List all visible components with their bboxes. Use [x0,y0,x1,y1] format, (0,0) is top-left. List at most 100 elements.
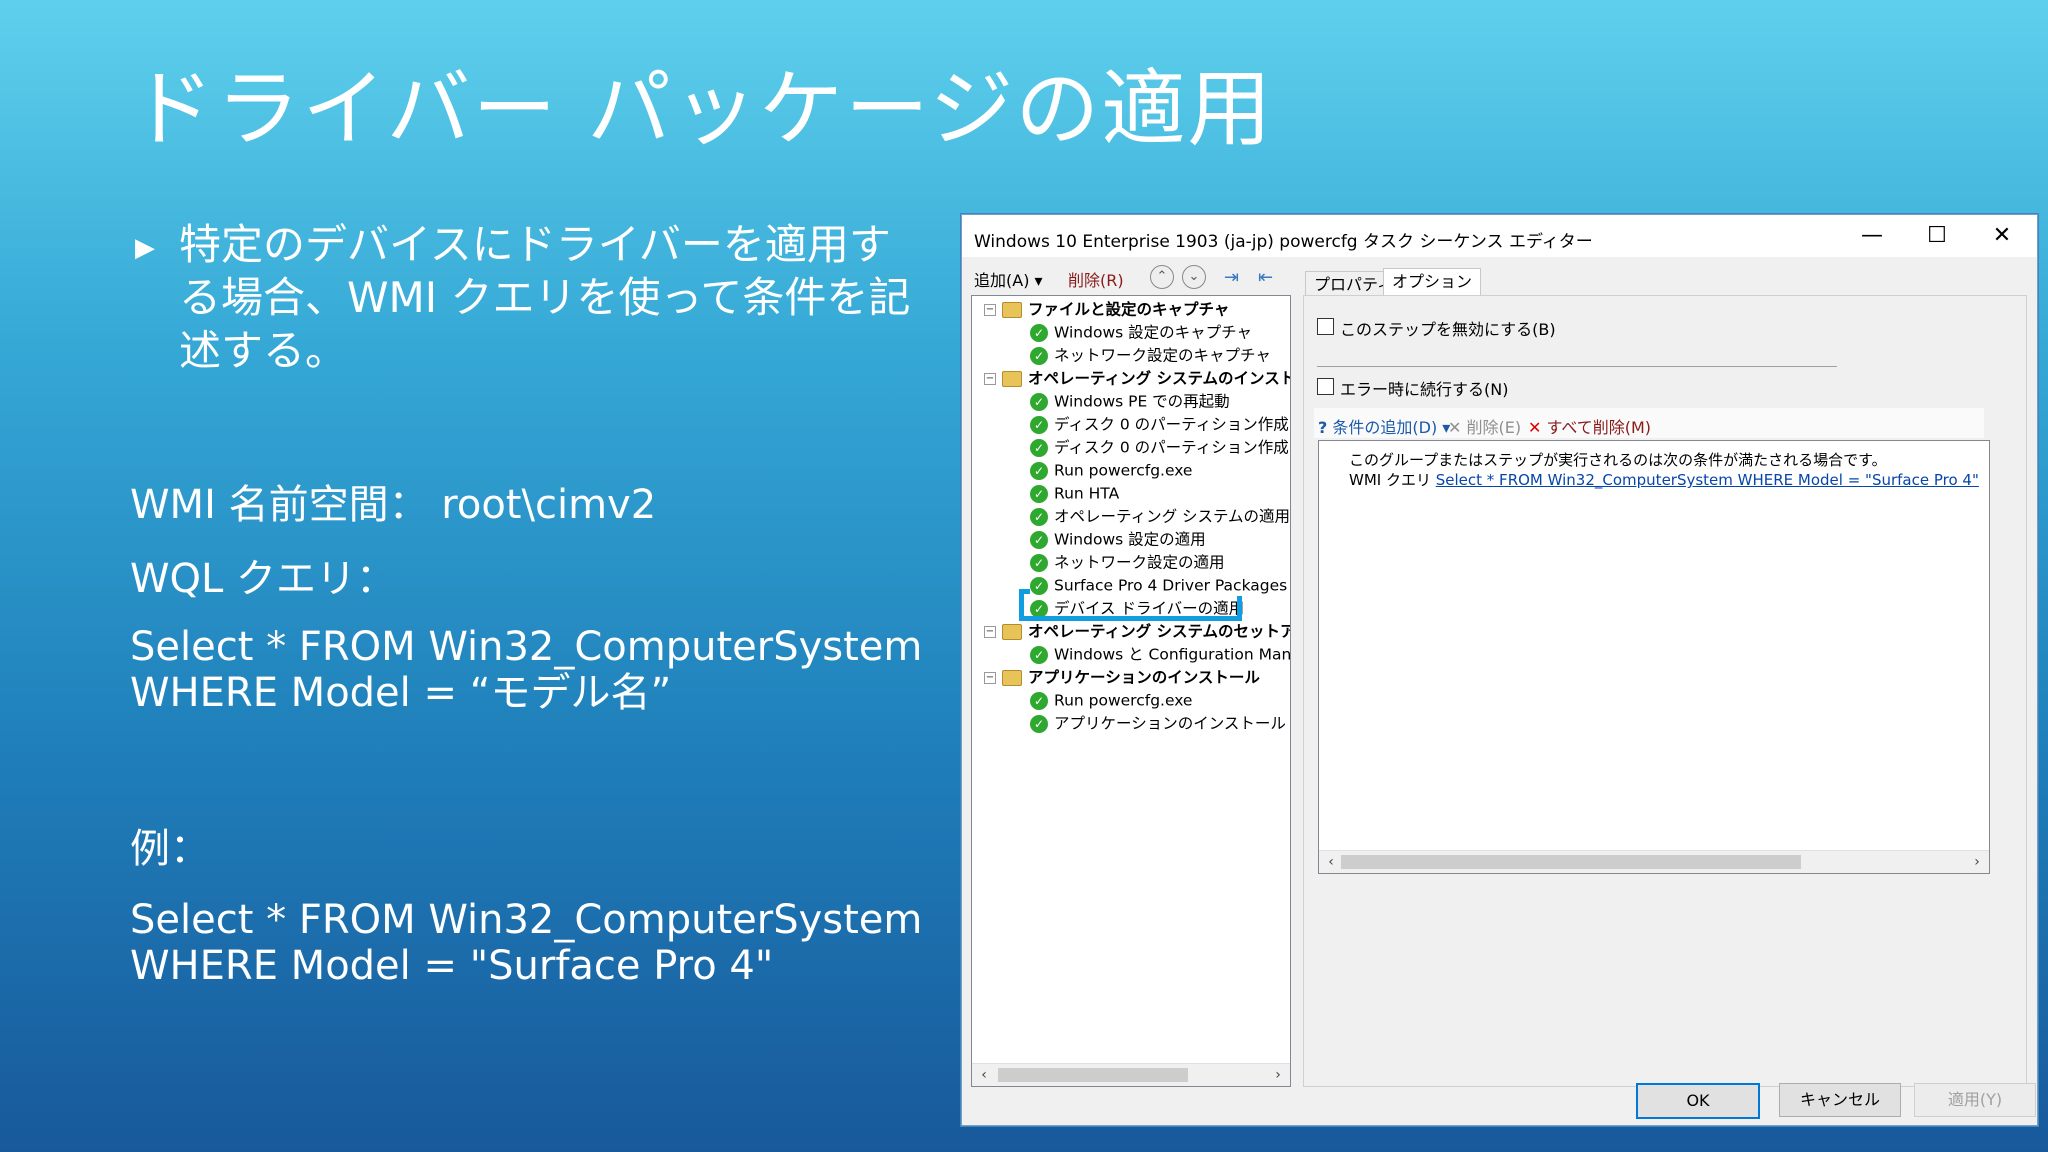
collapse-toggle[interactable]: − [984,626,996,638]
window-titlebar: Windows 10 Enterprise 1903 (ja-jp) power… [962,215,2037,257]
folder-icon [1002,370,1022,387]
example-label: 例： [130,826,210,872]
add-menu-label: 追加(A) [974,271,1030,290]
tree-step[interactable]: ✓ アプリケーションのインストール [1030,712,1286,734]
check-icon: ✓ [1030,392,1048,411]
disable-step-label: このステップを無効にする(B) [1340,320,1556,339]
folder-icon [1002,623,1022,640]
tree-step[interactable]: ✓ ネットワーク設定の適用 [1030,551,1225,573]
check-icon: ✓ [1030,323,1048,342]
delete-all-label: すべて削除(M) [1546,418,1652,437]
check-icon: ✓ [1030,576,1048,595]
continue-on-error-label: エラー時に続行する(N) [1340,380,1509,399]
window-title: Windows 10 Enterprise 1903 (ja-jp) power… [974,232,1593,252]
query-template: Select * FROM Win32_ComputerSystem WHERE… [130,624,922,716]
check-icon: ✓ [1030,461,1048,480]
bullet-point: ▶ 特定のデバイスにドライバーを適用する場合、WMI クエリを使って条件を記述す… [135,218,925,377]
wmi-prefix: WMI クエリ [1349,471,1431,489]
tree-step[interactable]: ✓ Run powercfg.exe [1030,459,1192,481]
tree-step[interactable]: ✓ ディスク 0 のパーティション作成 - [1030,436,1290,458]
move-down-icon[interactable]: ⌄ [1182,265,1206,289]
scroll-right-icon[interactable]: › [1967,851,1987,873]
collapse-toggle[interactable]: − [984,304,996,316]
check-icon: ✓ [1030,530,1048,549]
tree-folder[interactable]: ファイルと設定のキャプチャ [1002,298,1229,320]
scroll-thumb[interactable] [1341,855,1801,869]
delete-all-icon: ✕ [1528,418,1542,437]
minimize-button[interactable]: — [1842,219,1902,253]
scroll-thumb[interactable] [998,1068,1188,1082]
maximize-button[interactable]: ☐ [1907,219,1967,253]
folder-icon [1002,669,1022,686]
tab-options[interactable]: オプション [1383,268,1482,298]
tree-folder[interactable]: オペレーティング システムのセットア [1002,620,1290,642]
continue-on-error-checkbox[interactable] [1317,378,1334,395]
bullet-arrow-icon: ▶ [135,233,155,263]
expand-icon[interactable]: ⇥ [1224,267,1239,288]
query-template-line1: Select * FROM Win32_ComputerSystem [130,624,923,670]
move-up-icon[interactable]: ⌃ [1150,265,1174,289]
check-icon: ✓ [1030,553,1048,572]
condition-wmi-row[interactable]: WMI クエリ Select * FROM Win32_ComputerSyst… [1349,469,1979,490]
disable-step-checkbox[interactable] [1317,318,1334,335]
query-example-line1: Select * FROM Win32_ComputerSystem [130,897,923,943]
tree-step[interactable]: ✓ Windows と Configuration Mana [1030,643,1290,665]
condition-horizontal-scrollbar[interactable]: ‹ › [1319,850,1989,873]
delete-all-button[interactable]: ✕ すべて削除(M) [1528,414,1651,438]
collapse-toggle[interactable]: − [984,373,996,385]
check-icon: ✓ [1030,415,1048,434]
divider [1317,366,1837,367]
collapse-icon[interactable]: ⇤ [1258,267,1273,288]
condition-toolbar: ? 条件の追加(D) ▾ ✕ 削除(E) ✕ すべて削除(M) [1314,408,1984,438]
scroll-left-icon[interactable]: ‹ [1321,851,1341,873]
bullet-text: 特定のデバイスにドライバーを適用する場合、WMI クエリを使って条件を記述する。 [179,220,911,375]
add-condition-button[interactable]: ? 条件の追加(D) ▾ [1318,414,1450,438]
check-icon: ✓ [1030,645,1048,664]
close-button[interactable]: ✕ [1972,219,2032,253]
add-menu-button[interactable]: 追加(A) ▾ [974,267,1043,291]
condition-list[interactable]: このグループまたはステップが実行されるのは次の条件が満たされる場合です。 WMI… [1318,440,1990,874]
apply-button[interactable]: 適用(Y) [1914,1083,2036,1117]
tree-step[interactable]: ✓ オペレーティング システムの適用 [1030,505,1290,527]
tree-folder[interactable]: オペレーティング システムのインスト [1002,367,1290,389]
delete-condition-button[interactable]: ✕ 削除(E) [1448,414,1521,438]
toolbar: 追加(A) ▾ 削除(R) ⌃ ⌄ ⇥ ⇤ [968,263,1298,293]
tree-horizontal-scrollbar[interactable]: ‹ › [972,1063,1290,1086]
check-icon: ✓ [1030,438,1048,457]
delete-condition-label: 削除(E) [1466,418,1522,437]
check-icon: ✓ [1030,691,1048,710]
tree-step[interactable]: ✓ Windows PE での再起動 [1030,390,1230,412]
slide-title: ドライバー パッケージの適用 [130,60,1274,158]
check-icon: ✓ [1030,507,1048,526]
task-sequence-tree[interactable]: − ファイルと設定のキャプチャ ✓ Windows 設定のキャプチャ ✓ ネットワー… [971,295,1291,1087]
folder-icon [1002,301,1022,318]
help-icon: ? [1318,418,1328,437]
wmi-namespace-text: WMI 名前空間： root\cimv2 [130,482,657,528]
chevron-down-icon: ▾ [1034,271,1043,290]
tree-step[interactable]: ✓ ディスク 0 のパーティション作成 - [1030,413,1290,435]
wmi-query-link[interactable]: Select * FROM Win32_ComputerSystem WHERE… [1436,471,1979,489]
tree-step-selected[interactable]: ✓ Surface Pro 4 Driver Packages [1030,574,1288,596]
remove-button[interactable]: 削除(R) [1068,267,1124,291]
tree-folder[interactable]: アプリケーションのインストール [1002,666,1260,688]
ok-button[interactable]: OK [1636,1083,1760,1119]
wql-label: WQL クエリ： [130,556,397,602]
collapse-toggle[interactable]: − [984,672,996,684]
check-icon: ✓ [1030,484,1048,503]
tree-step[interactable]: ✓ ネットワーク設定のキャプチャ [1030,344,1271,366]
tree-step[interactable]: ✓ Run HTA [1030,482,1119,504]
tree-step[interactable]: ✓ Windows 設定の適用 [1030,528,1206,550]
query-example-line2: WHERE Model = "Surface Pro 4" [130,943,774,989]
cancel-button[interactable]: キャンセル [1779,1083,1901,1117]
tree-step[interactable]: ✓ Run powercfg.exe [1030,689,1192,711]
check-icon: ✓ [1030,346,1048,365]
scroll-right-icon[interactable]: › [1268,1064,1288,1086]
options-panel: このステップを無効にする(B) エラー時に続行する(N) ? 条件の追加(D) … [1303,295,2027,1087]
condition-header: このグループまたはステップが実行されるのは次の条件が満たされる場合です。 [1349,451,1887,469]
delete-icon: ✕ [1448,418,1462,437]
query-template-line2: WHERE Model = “モデル名” [130,670,672,716]
scroll-left-icon[interactable]: ‹ [974,1064,994,1086]
query-example: Select * FROM Win32_ComputerSystem WHERE… [130,897,922,989]
tree-step[interactable]: ✓ Windows 設定のキャプチャ [1030,321,1252,343]
check-icon: ✓ [1030,714,1048,733]
